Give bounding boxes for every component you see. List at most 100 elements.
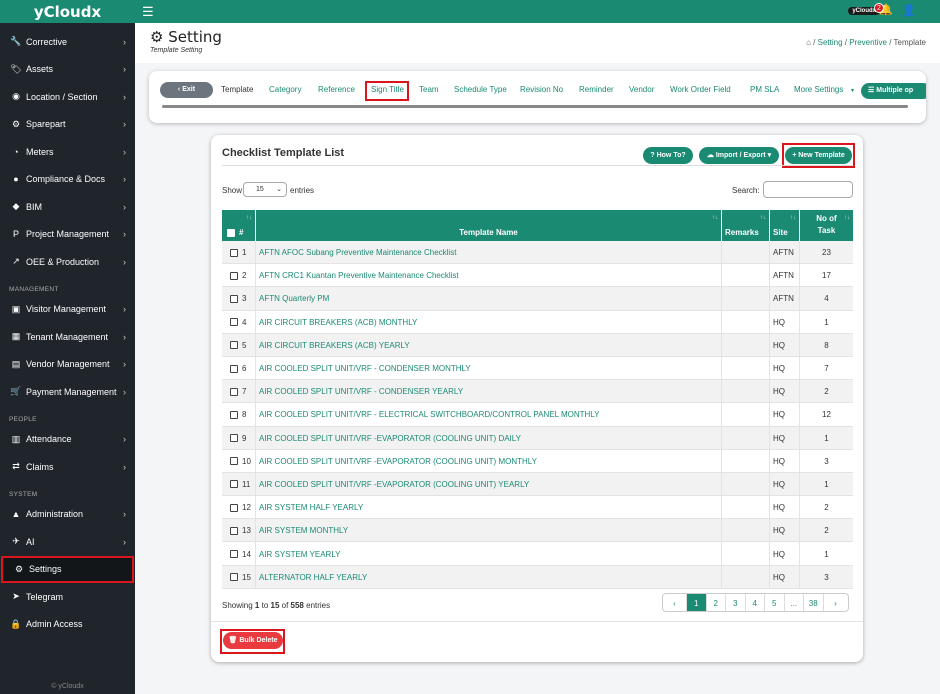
- page-button[interactable]: 1: [687, 594, 707, 611]
- next-page-icon[interactable]: ›: [824, 594, 848, 611]
- sidebar-item-admin-access[interactable]: 🔒 Admin Access: [0, 611, 135, 639]
- home-icon[interactable]: ⌂: [806, 38, 811, 47]
- row-checkbox[interactable]: [230, 341, 238, 350]
- col-template-name[interactable]: Template Name ↑↓: [256, 210, 722, 241]
- row-checkbox[interactable]: [230, 271, 238, 280]
- col-site[interactable]: Site ↑↓: [770, 210, 800, 241]
- select-all-checkbox[interactable]: [227, 229, 235, 237]
- sidebar-item-oee-production[interactable]: ↗ OEE & Production ›: [0, 248, 135, 276]
- row-checkbox[interactable]: [230, 526, 238, 535]
- brand-logo[interactable]: yCloudx: [0, 0, 135, 23]
- row-checkbox[interactable]: [230, 364, 238, 373]
- template-name-link[interactable]: AIR SYSTEM YEARLY: [259, 550, 341, 559]
- template-name-link[interactable]: AIR COOLED SPLIT UNIT/VRF - CONDENSER MO…: [259, 364, 471, 373]
- tab-scrollbar[interactable]: [162, 105, 908, 108]
- bulk-delete-button[interactable]: 🗑 Bulk Delete: [223, 632, 283, 649]
- sidebar-item-tenant-management[interactable]: ▦ Tenant Management ›: [0, 323, 135, 351]
- template-name-link[interactable]: AIR CIRCUIT BREAKERS (ACB) YEARLY: [259, 341, 410, 350]
- tab-team[interactable]: Team: [419, 85, 439, 94]
- sort-icon[interactable]: ↑↓: [790, 215, 796, 221]
- tab-sign-title[interactable]: Sign Title: [371, 85, 404, 94]
- template-name-link[interactable]: AIR COOLED SPLIT UNIT/VRF -EVAPORATOR (C…: [259, 457, 537, 466]
- sort-icon[interactable]: ↑↓: [712, 215, 718, 221]
- row-checkbox[interactable]: [230, 387, 238, 396]
- sidebar-item-attendance[interactable]: ▥ Attendance ›: [0, 426, 135, 454]
- tab-reference[interactable]: Reference: [318, 85, 355, 94]
- template-name-link[interactable]: AIR COOLED SPLIT UNIT/VRF - ELECTRICAL S…: [259, 410, 600, 419]
- multiple-options-button[interactable]: ☰ Multiple op: [861, 83, 926, 99]
- row-checkbox[interactable]: [230, 294, 238, 303]
- sidebar-item-payment-management[interactable]: 🛒 Payment Management ›: [0, 378, 135, 406]
- tab-category[interactable]: Category: [269, 85, 301, 94]
- sidebar-item-project-management[interactable]: P Project Management ›: [0, 221, 135, 249]
- template-name-link[interactable]: AIR CIRCUIT BREAKERS (ACB) MONTHLY: [259, 318, 417, 327]
- table-cell: 1: [222, 241, 256, 265]
- page-button[interactable]: 38: [804, 594, 824, 611]
- page-button[interactable]: 2: [707, 594, 726, 611]
- tab-pm-sla[interactable]: PM SLA: [750, 85, 779, 94]
- site-cell: HQ: [773, 549, 785, 559]
- template-name-link[interactable]: AFTN CRC1 Kuantan Preventive Maintenance…: [259, 271, 459, 280]
- row-checkbox[interactable]: [230, 248, 238, 257]
- table-cell: HQ: [770, 380, 800, 404]
- entries-select[interactable]: 15 ⌄: [243, 182, 287, 197]
- sidebar-item-meters[interactable]: ◔ Meters ›: [0, 138, 135, 166]
- tab-revision-no[interactable]: Revision No: [520, 85, 563, 94]
- user-icon[interactable]: 👤: [902, 4, 916, 17]
- sidebar-item-administration[interactable]: ▲ Administration ›: [0, 501, 135, 529]
- template-name-link[interactable]: AIR COOLED SPLIT UNIT/VRF -EVAPORATOR (C…: [259, 480, 529, 489]
- how-to-button[interactable]: ? How To?: [643, 147, 693, 164]
- sidebar-item-telegram[interactable]: ➤ Telegram: [0, 583, 135, 611]
- row-checkbox[interactable]: [230, 550, 238, 559]
- page-title: Setting: [168, 28, 222, 46]
- sort-icon[interactable]: ↑↓: [760, 215, 766, 221]
- template-name-link[interactable]: AIR COOLED SPLIT UNIT/VRF -EVAPORATOR (C…: [259, 434, 521, 443]
- row-checkbox[interactable]: [230, 457, 238, 466]
- tab-template[interactable]: Template: [221, 85, 253, 94]
- row-checkbox[interactable]: [230, 573, 238, 582]
- template-name-link[interactable]: ALTERNATOR HALF YEARLY: [259, 573, 367, 582]
- tab-schedule-type[interactable]: Schedule Type: [454, 85, 507, 94]
- tab-vendor[interactable]: Vendor: [629, 85, 654, 94]
- row-checkbox[interactable]: [230, 434, 238, 443]
- template-name-link[interactable]: AIR SYSTEM MONTHLY: [259, 526, 348, 535]
- crumb-setting[interactable]: Setting: [818, 38, 843, 47]
- col-remarks[interactable]: Remarks ↑↓: [722, 210, 770, 241]
- exit-button[interactable]: ‹ Exit: [160, 82, 213, 98]
- tab-more-settings[interactable]: More Settings: [794, 85, 843, 94]
- sidebar-item-vendor-management[interactable]: ▤ Vendor Management ›: [0, 351, 135, 379]
- sidebar-item-ai[interactable]: ✈ AI ›: [0, 528, 135, 556]
- new-template-button[interactable]: + New Template: [785, 147, 852, 164]
- row-checkbox[interactable]: [230, 318, 238, 327]
- sidebar-item-visitor-management[interactable]: ▣ Visitor Management ›: [0, 296, 135, 324]
- import-export-button[interactable]: ☁ Import / Export ▾: [699, 147, 779, 164]
- sidebar-item-sparepart[interactable]: ⚙ Sparepart ›: [0, 111, 135, 139]
- template-name-link[interactable]: AIR COOLED SPLIT UNIT/VRF - CONDENSER YE…: [259, 387, 463, 396]
- crumb-preventive[interactable]: Preventive: [849, 38, 887, 47]
- sidebar-item-compliance-docs[interactable]: ● Compliance & Docs ›: [0, 166, 135, 194]
- col-select[interactable]: # ↑↓: [222, 210, 256, 241]
- sidebar-item-assets[interactable]: 🏷 Assets ›: [0, 56, 135, 84]
- template-name-link[interactable]: AFTN Quarterly PM: [259, 294, 329, 303]
- sidebar-item-bim[interactable]: ◆ BIM ›: [0, 193, 135, 221]
- page-button[interactable]: 5: [765, 594, 785, 611]
- tab-work-order-field[interactable]: Work Order Field: [670, 85, 731, 94]
- row-checkbox[interactable]: [230, 410, 238, 419]
- prev-page-icon[interactable]: ‹: [663, 594, 687, 611]
- sidebar-item-settings[interactable]: ⚙ Settings: [1, 555, 134, 583]
- row-checkbox[interactable]: [230, 480, 238, 489]
- tab-reminder[interactable]: Reminder: [579, 85, 614, 94]
- page-button[interactable]: 3: [726, 594, 746, 611]
- col-no-of-task[interactable]: No of Task ↑↓: [800, 210, 853, 241]
- sidebar-item-claims[interactable]: ⇄ Claims ›: [0, 453, 135, 481]
- hamburger-menu-icon[interactable]: ☰: [142, 4, 154, 20]
- page-button[interactable]: 4: [746, 594, 765, 611]
- sort-icon[interactable]: ↑↓: [844, 215, 850, 221]
- sidebar-item-location-section[interactable]: ◉ Location / Section ›: [0, 83, 135, 111]
- sidebar-item-corrective[interactable]: 🔧 Corrective ›: [0, 28, 135, 56]
- search-input[interactable]: [763, 181, 853, 198]
- row-checkbox[interactable]: [230, 503, 238, 512]
- sort-icon[interactable]: ↑↓: [246, 215, 252, 221]
- template-name-link[interactable]: AIR SYSTEM HALF YEARLY: [259, 503, 363, 512]
- template-name-link[interactable]: AFTN AFOC Subang Preventive Maintenance …: [259, 248, 456, 257]
